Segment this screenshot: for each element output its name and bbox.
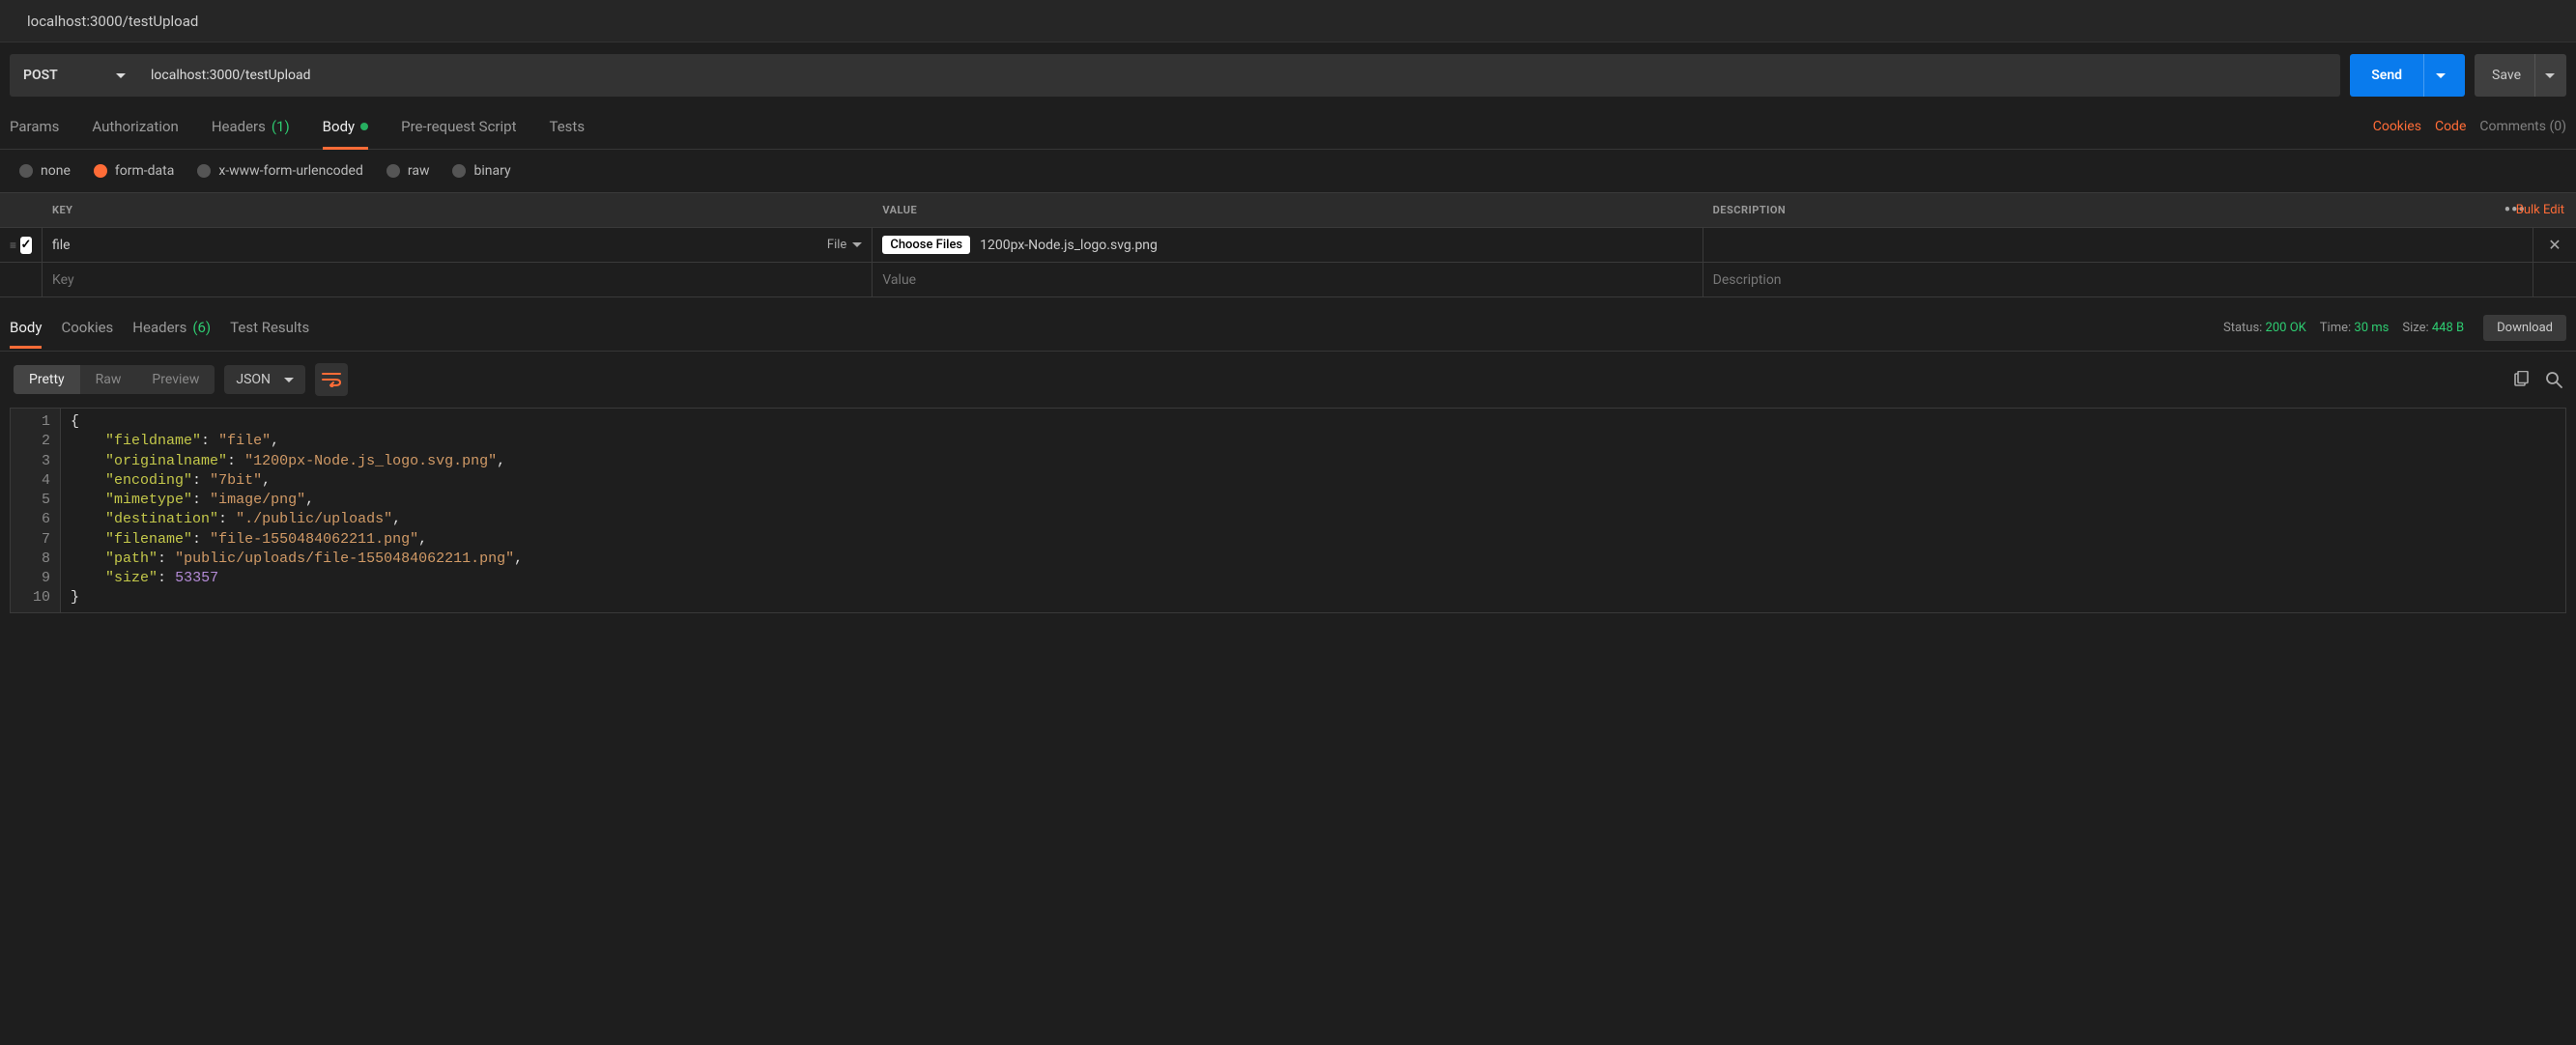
view-pretty[interactable]: Pretty: [14, 365, 80, 394]
chevron-down-icon: [2545, 73, 2555, 78]
bulk-edit-link[interactable]: Bulk Edit: [2516, 203, 2564, 217]
time-value: 30 ms: [2354, 321, 2389, 335]
save-button[interactable]: Save: [2475, 54, 2566, 97]
tab-title: localhost:3000/testUpload: [0, 0, 2576, 42]
send-dropdown[interactable]: [2423, 54, 2446, 97]
tab-params[interactable]: Params: [10, 118, 59, 149]
response-body: 12345678910 { "fieldname": "file", "orig…: [10, 408, 2566, 613]
key-placeholder: Key: [52, 272, 74, 288]
request-url-input[interactable]: localhost:3000/testUpload: [139, 54, 2340, 97]
view-raw[interactable]: Raw: [80, 365, 137, 394]
col-value: VALUE: [873, 204, 1703, 216]
body-type-binary[interactable]: binary: [452, 163, 510, 179]
body-type-form-data[interactable]: form-data: [94, 163, 174, 179]
link-cookies[interactable]: Cookies: [2373, 119, 2421, 134]
resp-tab-test-results[interactable]: Test Results: [230, 319, 309, 348]
json-code[interactable]: { "fieldname": "file", "originalname": "…: [61, 409, 532, 612]
http-method-value: POST: [23, 68, 58, 83]
copy-icon[interactable]: [2512, 371, 2530, 388]
response-tabs: Body Cookies Headers (6) Test Results St…: [0, 297, 2576, 352]
tab-authorization[interactable]: Authorization: [92, 118, 178, 149]
chevron-down-icon: [852, 242, 862, 247]
request-row: POST localhost:3000/testUpload Send Save: [0, 42, 2576, 104]
table-row: ≡ ✓ file File Choose Files 1200px-Node.j…: [0, 228, 2576, 263]
body-type-raw[interactable]: raw: [386, 163, 430, 179]
description-placeholder: Description: [1713, 272, 1782, 288]
drag-handle-icon[interactable]: ≡: [10, 239, 16, 252]
description-cell[interactable]: [1703, 228, 2533, 262]
tab-tests[interactable]: Tests: [549, 118, 585, 149]
chevron-down-icon: [116, 73, 126, 78]
key-type-select[interactable]: File: [827, 238, 862, 252]
selected-filename: 1200px-Node.js_logo.svg.png: [980, 238, 1158, 253]
request-tabs: Params Authorization Headers (1) Body Pr…: [0, 104, 2576, 150]
resp-tab-body[interactable]: Body: [10, 319, 42, 348]
body-active-dot-icon: [360, 123, 368, 130]
send-button-label: Send: [2371, 68, 2402, 83]
time-label: Time:: [2320, 321, 2351, 335]
view-mode-group: Pretty Raw Preview: [14, 365, 215, 394]
col-key: KEY: [43, 204, 873, 216]
chevron-down-icon: [284, 378, 294, 382]
table-row-new[interactable]: Key Value Description: [0, 263, 2576, 297]
chevron-down-icon: [2436, 73, 2446, 78]
resp-headers-count: (6): [192, 319, 211, 336]
view-preview[interactable]: Preview: [136, 365, 215, 394]
size-value: 448 B: [2432, 321, 2464, 335]
response-toolbar: Pretty Raw Preview JSON: [0, 352, 2576, 408]
choose-files-button[interactable]: Choose Files: [882, 236, 970, 254]
status-label: Status:: [2223, 321, 2262, 335]
form-data-table: KEY VALUE DESCRIPTION ••• Bulk Edit ≡ ✓ …: [0, 192, 2576, 297]
delete-row-icon[interactable]: ✕: [2548, 236, 2561, 254]
send-button[interactable]: Send: [2350, 54, 2465, 97]
line-gutter: 12345678910: [11, 409, 61, 612]
tab-pre-request[interactable]: Pre-request Script: [401, 118, 516, 149]
value-cell[interactable]: Choose Files 1200px-Node.js_logo.svg.png: [873, 228, 1703, 262]
value-placeholder: Value: [882, 272, 916, 288]
resp-tab-headers[interactable]: Headers (6): [132, 319, 211, 348]
body-type-xwww[interactable]: x-www-form-urlencoded: [197, 163, 363, 179]
status-value: 200 OK: [2266, 321, 2306, 335]
body-type-row: none form-data x-www-form-urlencoded raw…: [0, 150, 2576, 192]
tab-title-text: localhost:3000/testUpload: [27, 13, 198, 30]
http-method-select[interactable]: POST: [10, 54, 139, 97]
tab-headers[interactable]: Headers (1): [212, 118, 290, 149]
format-select[interactable]: JSON: [224, 365, 305, 394]
download-button[interactable]: Download: [2483, 315, 2566, 341]
wrap-icon: [322, 372, 341, 387]
size-label: Size:: [2402, 321, 2428, 335]
link-comments[interactable]: Comments (0): [2479, 119, 2566, 134]
save-dropdown[interactable]: [2534, 54, 2555, 97]
save-button-label: Save: [2492, 68, 2521, 83]
headers-count-badge: (1): [272, 118, 290, 135]
col-description: DESCRIPTION: [1713, 204, 1787, 216]
search-icon[interactable]: [2545, 371, 2562, 388]
wrap-lines-button[interactable]: [315, 363, 348, 396]
link-code[interactable]: Code: [2435, 119, 2466, 134]
row-enable-checkbox[interactable]: ✓: [20, 237, 32, 254]
body-type-none[interactable]: none: [19, 163, 71, 179]
tab-body[interactable]: Body: [323, 118, 368, 149]
resp-tab-cookies[interactable]: Cookies: [61, 319, 113, 348]
request-url-value: localhost:3000/testUpload: [151, 68, 311, 83]
key-cell[interactable]: file File: [43, 228, 873, 262]
